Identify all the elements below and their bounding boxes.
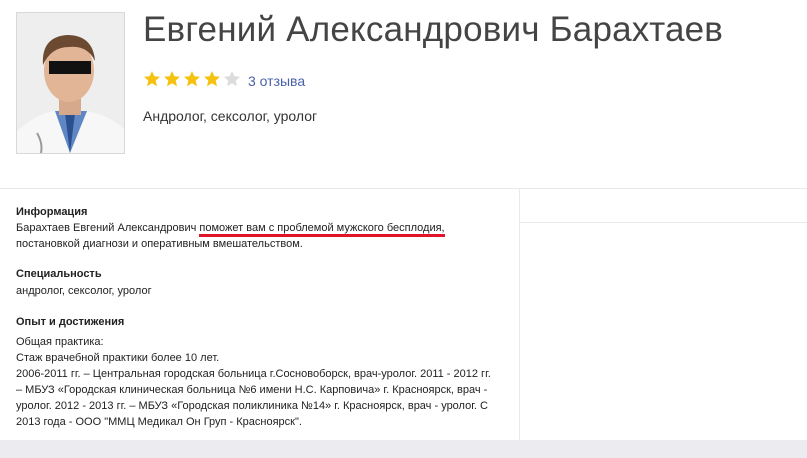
doctor-photo xyxy=(16,12,125,154)
experience-title: Опыт и достижения xyxy=(16,316,125,328)
experience-line: – МБУЗ «Городская клиническая больница №… xyxy=(16,384,488,396)
star-filled-icon xyxy=(184,71,200,87)
star-filled-icon xyxy=(144,71,160,87)
info-title: Информация xyxy=(16,206,88,218)
sidebar-divider xyxy=(520,222,807,223)
experience-line: Стаж врачебной практики более 10 лет. xyxy=(16,352,220,364)
info-text-highlight: поможет вам с проблемой мужского бесплод… xyxy=(199,222,445,237)
experience-line: 2006-2011 гг. – Центральная городская бо… xyxy=(16,368,491,380)
info-text-start: Барахтаев Евгений Александрович xyxy=(16,222,200,234)
star-filled-icon xyxy=(164,71,180,87)
page-bottom-bar xyxy=(0,440,807,458)
doctor-name: Евгений Александрович Барахтаев xyxy=(143,10,724,49)
rating-stars xyxy=(143,70,241,88)
info-text: Барахтаев Евгений Александрович поможет … xyxy=(16,220,506,252)
experience-text: Общая практика: Стаж врачебной практики … xyxy=(16,334,506,430)
star-empty-icon xyxy=(224,71,240,87)
specialty-title: Специальность xyxy=(16,268,102,280)
section-divider xyxy=(0,188,807,189)
star-filled-icon xyxy=(204,71,220,87)
experience-line: 2013 года - ООО "ММЦ Медикал Он Груп - К… xyxy=(16,416,302,428)
doctor-specialties: Андролог, сексолог, уролог xyxy=(143,108,318,124)
specialty-text: андролог, сексолог, уролог xyxy=(16,285,152,297)
column-divider xyxy=(519,188,520,440)
reviews-link[interactable]: 3 отзыва xyxy=(248,73,305,89)
experience-line: уролог. 2012 - 2013 гг. – МБУЗ «Городска… xyxy=(16,400,488,412)
experience-line: Общая практика: xyxy=(16,336,104,348)
info-text-end: постановкой диагнози и оперативным вмеша… xyxy=(16,238,303,250)
